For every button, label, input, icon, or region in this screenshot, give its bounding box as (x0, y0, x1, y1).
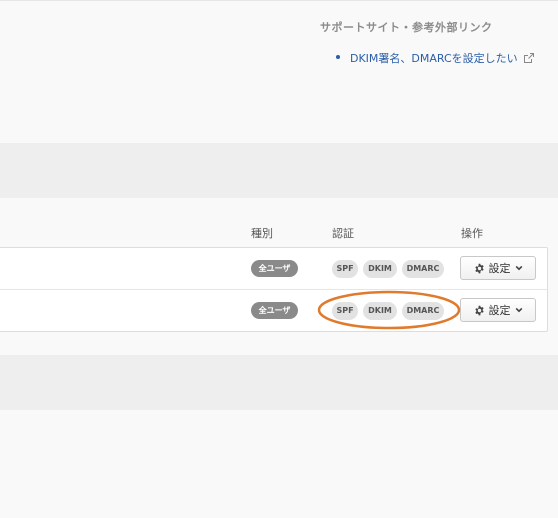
settings-button-label: 設定 (488, 304, 511, 317)
user-type-badge: 全ユーザ (251, 260, 298, 277)
section-band (0, 355, 558, 410)
support-link-list: DKIM署名、DMARCを設定したい (336, 50, 535, 66)
support-section-title: サポートサイト・参考外部リンク (320, 21, 493, 34)
gear-icon (474, 263, 484, 273)
dmarc-tag: DMARC (402, 260, 444, 278)
chevron-down-icon (515, 307, 522, 313)
column-header-type: 種別 (251, 227, 273, 240)
chevron-down-icon (515, 265, 522, 271)
domain-table: 全ユーザ SPF DKIM DMARC 設定 全ユーザ SPF DKIM DMA… (0, 247, 548, 332)
spf-tag: SPF (332, 302, 358, 320)
dkim-dmarc-support-link[interactable]: DKIM署名、DMARCを設定したい (350, 52, 518, 65)
page: サポートサイト・参考外部リンク DKIM署名、DMARCを設定したい 種別 認証… (0, 0, 558, 518)
column-header-operations: 操作 (461, 227, 483, 240)
dkim-tag: DKIM (363, 260, 397, 278)
gear-icon (474, 305, 484, 315)
settings-dropdown-button[interactable]: 設定 (460, 256, 536, 280)
support-list-item: DKIM署名、DMARCを設定したい (336, 50, 535, 66)
spf-tag: SPF (332, 260, 358, 278)
table-row: 全ユーザ SPF DKIM DMARC 設定 (0, 248, 547, 290)
bullet-icon (336, 55, 340, 59)
external-link-icon (524, 53, 535, 63)
column-header-auth: 認証 (332, 227, 354, 240)
settings-button-label: 設定 (488, 262, 511, 275)
dkim-tag: DKIM (363, 302, 397, 320)
section-band (0, 143, 558, 198)
user-type-badge: 全ユーザ (251, 302, 298, 319)
table-row: 全ユーザ SPF DKIM DMARC 設定 (0, 290, 547, 331)
dmarc-tag: DMARC (402, 302, 444, 320)
settings-dropdown-button[interactable]: 設定 (460, 298, 536, 322)
top-divider (0, 0, 558, 1)
